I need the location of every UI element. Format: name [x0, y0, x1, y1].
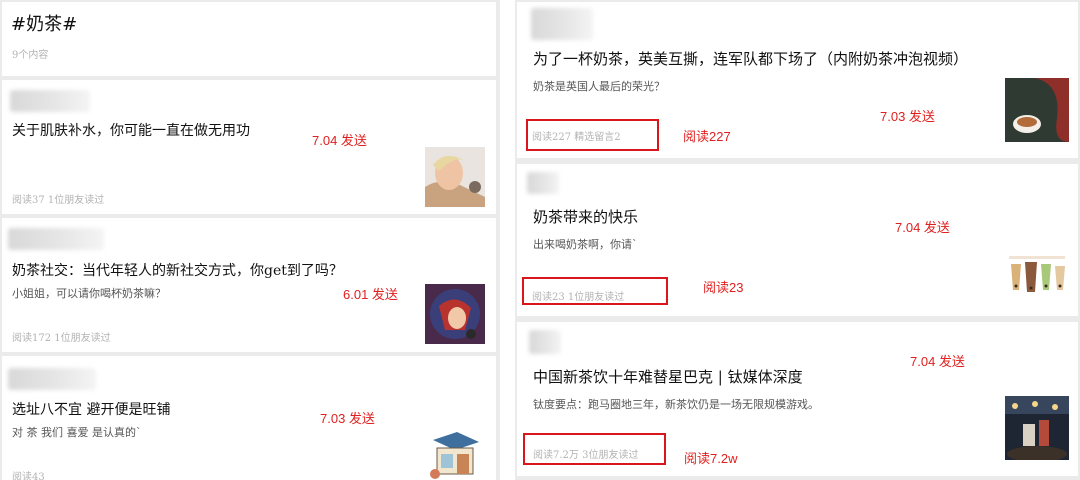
read-count-highlight-box — [526, 119, 659, 151]
article-description: 奶茶是英国人最后的荣光？ — [533, 80, 665, 93]
account-avatar-blurred — [529, 330, 561, 354]
article-card[interactable]: 关于肌肤补水，你可能一直在做无用功 7.04 发送 阅读37 1位朋友读过 — [2, 80, 496, 214]
article-description: 小姐姐，可以请你喝杯奶茶嘛？ — [12, 287, 166, 300]
article-title[interactable]: 中国新茶饮十年难替星巴克 | 钛媒体深度 — [533, 366, 803, 387]
article-description: 对 茶 我们 喜爱 是认真的` — [12, 426, 142, 439]
article-thumbnail-shop[interactable] — [425, 424, 485, 480]
article-title[interactable]: 选址八不宜 避开便是旺铺 — [12, 399, 170, 419]
read-count-highlight-box — [523, 433, 666, 465]
send-date-annotation: 7.03 发送 — [880, 109, 935, 124]
send-date-annotation: 6.01 发送 — [343, 287, 398, 302]
account-avatar-blurred — [8, 368, 96, 390]
send-date-annotation: 7.04 发送 — [312, 133, 367, 148]
article-card[interactable]: 奶茶带来的快乐 出来喝奶茶啊，你请` 7.04 发送 阅读23 1位朋友读过 阅… — [517, 164, 1078, 316]
article-meta: 阅读37 1位朋友读过 — [12, 195, 105, 206]
send-date-annotation: 7.04 发送 — [910, 354, 965, 369]
account-avatar-blurred — [527, 172, 559, 194]
topic-title: #奶茶# — [11, 14, 78, 35]
topic-header: #奶茶# 9个内容 — [2, 2, 496, 76]
article-thumbnail-tea-street[interactable] — [1005, 396, 1069, 460]
topic-count: 9个内容 — [12, 50, 49, 61]
article-description: 出来喝奶茶啊，你请` — [533, 238, 638, 251]
read-count-highlight-box — [522, 277, 668, 305]
read-count-annotation: 阅读23 — [703, 280, 744, 295]
article-thumbnail-tea-cup[interactable] — [1005, 78, 1069, 142]
article-title[interactable]: 奶茶带来的快乐 — [533, 206, 638, 227]
read-count-annotation: 阅读227 — [683, 129, 731, 144]
article-thumbnail-bubble-tea[interactable] — [1005, 244, 1069, 302]
article-title[interactable]: 奶茶社交：当代年轻人的新社交方式，你get到了吗？ — [12, 260, 343, 280]
account-avatar-blurred — [10, 90, 90, 112]
left-article-list: #奶茶# 9个内容 关于肌肤补水，你可能一直在做无用功 7.04 发送 阅读37… — [0, 0, 500, 480]
send-date-annotation: 7.04 发送 — [895, 220, 950, 235]
article-card[interactable]: 奶茶社交：当代年轻人的新社交方式，你get到了吗？ 小姐姐，可以请你喝杯奶茶嘛？… — [2, 218, 496, 352]
article-title[interactable]: 关于肌肤补水，你可能一直在做无用功 — [12, 120, 250, 140]
article-description: 钛度要点：跑马圈地三年，新茶饮仍是一场无限规模游戏。 — [533, 398, 819, 411]
article-thumbnail-skincare[interactable] — [425, 147, 485, 207]
right-article-list: 为了一杯奶茶，英美互撕，连军队都下场了（内附奶茶冲泡视频） 奶茶是英国人最后的荣… — [515, 0, 1080, 480]
article-title[interactable]: 为了一杯奶茶，英美互撕，连军队都下场了（内附奶茶冲泡视频） — [533, 48, 968, 69]
send-date-annotation: 7.03 发送 — [320, 411, 375, 426]
article-thumbnail-milk-tea[interactable] — [425, 284, 485, 344]
read-count-annotation: 阅读7.2w — [684, 451, 738, 466]
article-meta: 阅读43 — [12, 472, 45, 480]
account-avatar-blurred — [531, 8, 593, 40]
article-card[interactable]: 为了一杯奶茶，英美互撕，连军队都下场了（内附奶茶冲泡视频） 奶茶是英国人最后的荣… — [517, 2, 1078, 158]
article-card[interactable]: 中国新茶饮十年难替星巴克 | 钛媒体深度 钛度要点：跑马圈地三年，新茶饮仍是一场… — [517, 322, 1078, 476]
account-avatar-blurred — [8, 228, 104, 250]
article-meta: 阅读172 1位朋友读过 — [12, 333, 111, 344]
article-card[interactable]: 选址八不宜 避开便是旺铺 对 茶 我们 喜爱 是认真的` 7.03 发送 阅读4… — [2, 356, 496, 480]
